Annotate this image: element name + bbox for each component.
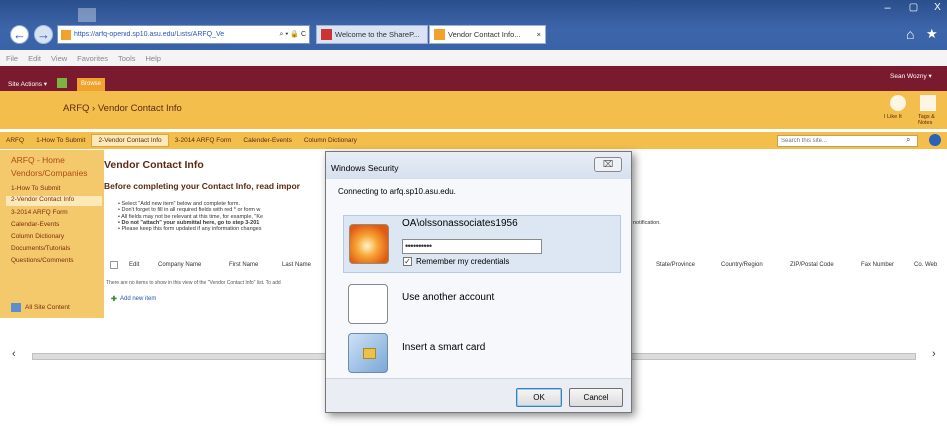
site-actions-menu[interactable]: Site Actions ▾ (8, 80, 47, 88)
smart-card-label[interactable]: Insert a smart card (402, 342, 485, 353)
i-like-it-icon[interactable] (890, 95, 906, 111)
nav-vendor-contact-info[interactable]: 2-Vendor Contact Info (91, 134, 169, 147)
ql-home[interactable]: ARFQ - Home (11, 155, 65, 165)
connecting-text: Connecting to arfq.sp10.asu.edu. (338, 187, 456, 196)
forward-button[interactable]: → (34, 25, 53, 44)
column-header-first-name[interactable]: First Name (229, 262, 258, 268)
site-favicon (61, 29, 71, 40)
all-site-content-icon (11, 303, 21, 312)
ql-item-selected[interactable]: 2-Vendor Contact Info (6, 196, 102, 206)
notification-text: notification. (633, 220, 661, 226)
menu-bar: File Edit View Favorites Tools Help (0, 50, 947, 66)
menu-tools[interactable]: Tools (118, 54, 136, 63)
column-header-fax[interactable]: Fax Number (861, 262, 894, 268)
add-new-item-link[interactable]: Add new item (120, 296, 156, 302)
address-url[interactable]: https://arfq-openid.sp10.asu.edu/Lists/A… (74, 31, 277, 38)
tab-welcome[interactable]: Welcome to the ShareP... (316, 25, 428, 44)
empty-list-message: There are no items to show in this view … (106, 280, 281, 286)
browse-tab[interactable]: Browse (77, 78, 106, 91)
ql-item[interactable]: 1-How To Submit (11, 185, 60, 192)
ql-item[interactable]: Documents/Tutorials (11, 245, 70, 252)
column-header-web[interactable]: Co. Web (914, 262, 937, 268)
breadcrumb-page: Vendor Contact Info (97, 103, 182, 114)
add-icon[interactable]: ✚ (111, 295, 117, 303)
sharepoint-icon (434, 29, 445, 40)
instructions-list: • Select "Add new item" below and comple… (118, 201, 263, 232)
menu-favorites[interactable]: Favorites (77, 54, 108, 63)
site-search-input[interactable] (777, 135, 918, 147)
ok-button[interactable]: OK (516, 388, 562, 407)
select-all-checkbox[interactable] (110, 261, 118, 269)
user-menu[interactable]: Sean Wozny ▾ (890, 72, 932, 80)
mail-icon (321, 29, 332, 40)
instruction-bullet: • Please keep this form updated if any i… (118, 226, 262, 233)
close-window-button[interactable]: X (928, 2, 947, 19)
tags-notes-label[interactable]: Tags & Notes (918, 114, 944, 126)
ql-vendors-companies[interactable]: Vendors/Companies (11, 168, 88, 178)
home-icon[interactable]: ⌂ (906, 26, 914, 42)
column-header-last-name[interactable]: Last Name (282, 262, 311, 268)
column-header-edit[interactable]: Edit (129, 262, 139, 268)
browser-titlebar: ← → https://arfq-openid.sp10.asu.edu/Lis… (0, 0, 947, 50)
close-tab-icon[interactable]: × (537, 30, 541, 39)
maximize-button[interactable]: ▢ (902, 2, 925, 19)
use-another-account-option[interactable] (343, 276, 621, 331)
address-bar[interactable]: https://arfq-openid.sp10.asu.edu/Lists/A… (57, 25, 310, 44)
smart-card-icon (348, 333, 388, 373)
address-icons[interactable]: ⌕ ▾ 🔒 C (277, 30, 309, 39)
menu-view[interactable]: View (51, 54, 67, 63)
nav-how-to-submit[interactable]: 1-How To Submit (30, 137, 91, 144)
breadcrumb: ARFQ › Vendor Contact Info (63, 103, 182, 114)
ql-item[interactable]: Questions/Comments (11, 257, 74, 264)
ql-item[interactable]: Column Dictionary (11, 233, 64, 240)
tab-vendor-contact[interactable]: Vendor Contact Info... × (429, 25, 546, 44)
remember-checkbox[interactable]: ✓ (403, 257, 412, 266)
tab-label: Welcome to the ShareP... (335, 30, 420, 39)
page-title: Vendor Contact Info (104, 159, 204, 171)
scroll-left-arrow[interactable]: ‹ (12, 348, 16, 360)
help-icon[interactable] (929, 134, 941, 146)
blank-user-icon (348, 284, 388, 324)
quick-launch: ARFQ - Home Vendors/Companies 1-How To S… (0, 150, 104, 318)
menu-help[interactable]: Help (146, 54, 161, 63)
nav-arfq-form[interactable]: 3-2014 ARFQ Form (169, 137, 238, 144)
search-icon[interactable]: ⌕ (906, 135, 910, 145)
favorites-star-icon[interactable]: ★ (926, 26, 938, 42)
tab-label: Vendor Contact Info... (448, 30, 521, 39)
breadcrumb-site[interactable]: ARFQ (63, 103, 89, 114)
i-like-it-label[interactable]: I Like It (884, 114, 902, 120)
dialog-close-button[interactable]: ⌧ (594, 157, 622, 172)
column-header-state[interactable]: State/Province (656, 262, 695, 268)
windows-security-dialog: Windows Security ⌧ Connecting to arfq.sp… (325, 151, 632, 413)
sharepoint-ribbon: Site Actions ▾ Browse Sean Wozny ▾ (0, 66, 947, 91)
ql-item[interactable]: Calendar-Events (11, 221, 59, 228)
smart-card-chip (363, 348, 376, 359)
back-button[interactable]: ← (10, 25, 29, 44)
remember-credentials-label[interactable]: Remember my credentials (416, 257, 509, 266)
nav-arfq[interactable]: ARFQ (0, 137, 30, 144)
scroll-right-arrow[interactable]: › (932, 348, 936, 360)
edit-page-icon[interactable] (57, 78, 67, 88)
cancel-button[interactable]: Cancel (569, 388, 623, 407)
password-field[interactable]: •••••••••• (402, 239, 542, 254)
window-thumbnail (78, 8, 96, 22)
tags-notes-icon[interactable] (920, 95, 936, 111)
menu-edit[interactable]: Edit (28, 54, 41, 63)
minimize-button[interactable]: – (876, 2, 899, 19)
page-subtitle: Before completing your Contact Info, rea… (104, 181, 300, 191)
nav-column-dictionary[interactable]: Column Dictionary (298, 137, 363, 144)
ql-all-site-content[interactable]: All Site Content (25, 304, 70, 311)
user-account-icon (349, 224, 389, 264)
column-header-company[interactable]: Company Name (158, 262, 201, 268)
menu-file[interactable]: File (6, 54, 18, 63)
column-header-country[interactable]: Country/Region (721, 262, 763, 268)
dialog-title: Windows Security (331, 163, 399, 173)
username-text: OA\olssonassociates1956 (402, 218, 518, 229)
ql-item[interactable]: 3-2014 ARFQ Form (11, 209, 68, 216)
nav-calendar-events[interactable]: Calender-Events (237, 137, 297, 144)
column-header-zip[interactable]: ZIP/Postal Code (790, 262, 834, 268)
site-header: ARFQ › Vendor Contact Info I Like It Tag… (0, 91, 947, 129)
use-another-account-label[interactable]: Use another account (402, 292, 494, 303)
